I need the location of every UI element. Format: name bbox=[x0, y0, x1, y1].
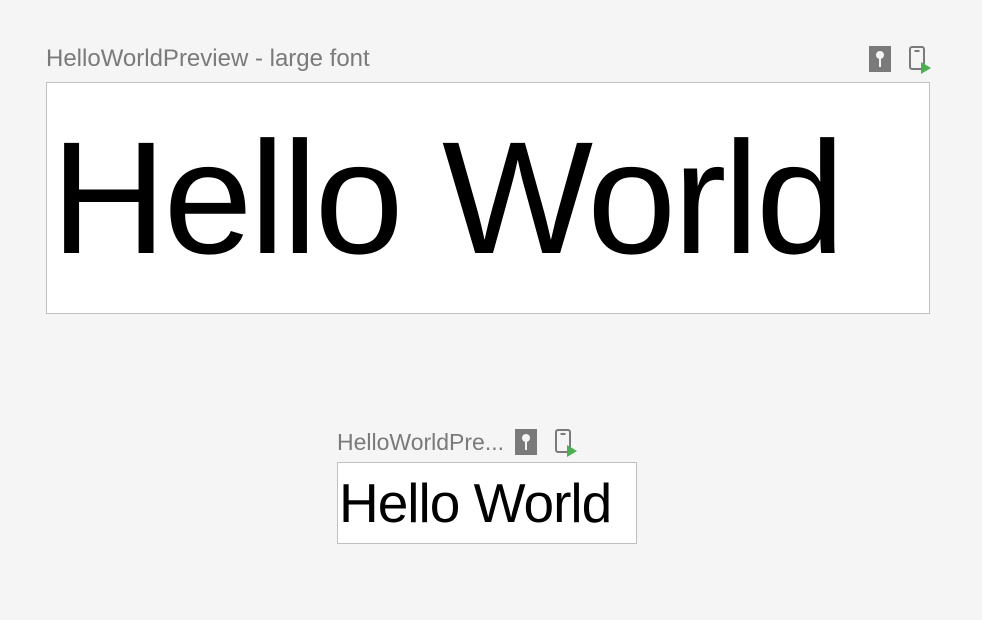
preview-header-large: HelloWorldPreview - large font bbox=[46, 44, 930, 74]
preview-large: HelloWorldPreview - large font Hello Wor… bbox=[46, 44, 930, 314]
preview-canvas-large[interactable]: Hello World bbox=[46, 82, 930, 314]
hand-cursor-icon bbox=[515, 429, 537, 455]
preview-content-large: Hello World bbox=[51, 118, 842, 278]
interactive-mode-button[interactable] bbox=[514, 428, 538, 456]
preview-actions-large bbox=[868, 45, 930, 73]
preview-actions-small bbox=[514, 428, 576, 456]
deploy-to-device-button[interactable] bbox=[552, 428, 576, 456]
preview-canvas-small[interactable]: Hello World bbox=[337, 462, 637, 544]
preview-header-small: HelloWorldPre... bbox=[337, 428, 637, 456]
device-play-icon bbox=[555, 429, 573, 455]
hand-cursor-icon bbox=[869, 46, 891, 72]
deploy-to-device-button[interactable] bbox=[906, 45, 930, 73]
preview-content-small: Hello World bbox=[339, 476, 611, 531]
preview-title-small: HelloWorldPre... bbox=[337, 429, 504, 456]
preview-title-large: HelloWorldPreview - large font bbox=[46, 45, 852, 73]
preview-small: HelloWorldPre... Hello World bbox=[337, 428, 637, 544]
interactive-mode-button[interactable] bbox=[868, 45, 892, 73]
device-play-icon bbox=[909, 46, 927, 72]
